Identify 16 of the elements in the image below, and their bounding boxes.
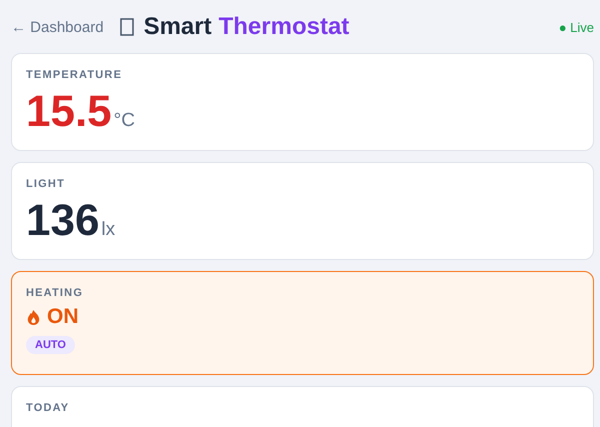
live-status: ● Live [558, 20, 594, 34]
card-label: HEATING [26, 287, 84, 299]
card-label: TEMPERATURE [26, 69, 124, 81]
reading-value: 15.5 [26, 87, 112, 137]
card-label: LIGHT [26, 178, 66, 190]
reading-unit: °C [114, 110, 135, 132]
card-label: TODAY [26, 402, 70, 414]
box-icon [120, 18, 134, 36]
flame-icon [26, 308, 41, 326]
title-text: Smart [144, 13, 212, 41]
back-link[interactable]: ← Dashboard [11, 18, 104, 36]
title-accent: Thermostat [218, 13, 350, 41]
mode-badge: AUTO [26, 336, 75, 354]
reading-value: 136 [26, 196, 100, 246]
heating-state: ON [47, 305, 78, 329]
reading-unit: lx [101, 219, 116, 241]
